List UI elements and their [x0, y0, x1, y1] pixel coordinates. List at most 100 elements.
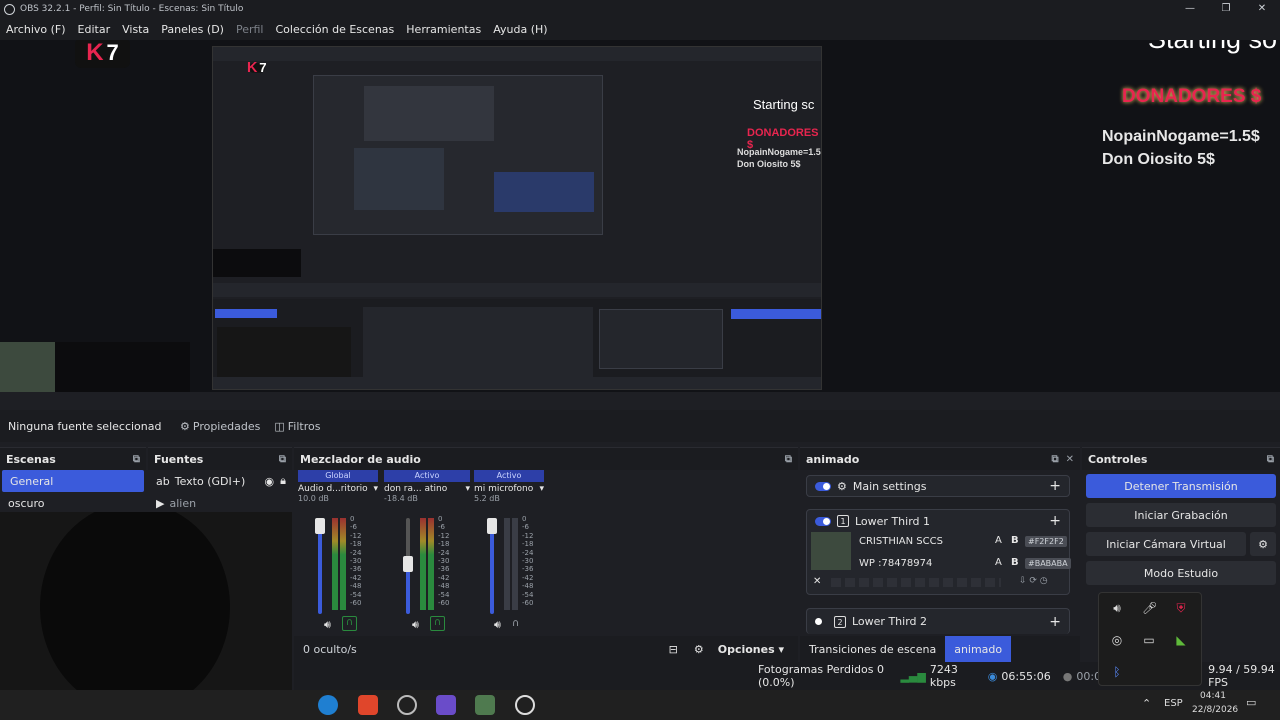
brave-icon[interactable]: [358, 695, 378, 715]
speaker-icon[interactable]: 🔊︎: [324, 618, 331, 632]
menu-perfil[interactable]: Perfil: [236, 23, 264, 36]
main-settings-row[interactable]: ⚙ Main settings +: [806, 475, 1070, 497]
source-item[interactable]: ab Texto (GDI+) ◉ 🔒︎: [148, 470, 292, 492]
color-swatch[interactable]: #F2F2F2: [1025, 536, 1067, 547]
font-icon[interactable]: A: [995, 557, 1002, 568]
bold-icon[interactable]: B: [1011, 535, 1019, 546]
language-indicator[interactable]: ESP: [1164, 698, 1183, 709]
clock-date[interactable]: 22/8/2026: [1192, 705, 1238, 715]
k7-logo: K 7: [75, 40, 130, 68]
channel-menu-icon[interactable]: ▾: [373, 484, 378, 494]
start-recording-button[interactable]: Iniciar Grabación: [1086, 503, 1276, 527]
taskbar: ⌃ ESP 04:41 22/8/2026 ▭: [0, 690, 1280, 720]
tray-overflow-popup: 🔊︎ 🎤︎ ⛨ ◎ ▭ ◣ ᛒ: [1098, 592, 1202, 686]
scene-item-oscuro[interactable]: oscuro: [0, 492, 146, 514]
mixer-channel: Activo don ra... atino ▾ -18.4 dB 0 -6 -12…: [384, 470, 470, 632]
menu-editar[interactable]: Editar: [78, 23, 111, 36]
tab-transiciones[interactable]: Transiciones de escena: [800, 636, 945, 663]
advanced-audio-icon[interactable]: ⚙: [694, 643, 704, 656]
maximize-button[interactable]: ❐: [1208, 0, 1244, 18]
channel-db: 10.0 dB: [298, 494, 329, 503]
webcam-overlay-large: [0, 512, 292, 690]
monitor-icon[interactable]: ▭: [1142, 633, 1156, 647]
lower-third-2-row[interactable]: 2 Lower Third 2 +: [806, 608, 1070, 634]
obs-taskbar-icon[interactable]: [515, 695, 535, 715]
menu-ayuda[interactable]: Ayuda (H): [493, 23, 547, 36]
studio-mode-button[interactable]: Modo Estudio: [1086, 561, 1276, 585]
level-meter: [428, 518, 434, 610]
lower-third-1-toggle[interactable]: [815, 516, 831, 526]
eye-icon[interactable]: ◉: [265, 475, 275, 488]
undock-icon[interactable]: ⧉: [785, 454, 792, 465]
window-controls: — ❐ ✕: [1172, 0, 1280, 18]
headphone-monitor-icon[interactable]: ∩: [430, 616, 445, 631]
scene-item-general[interactable]: General: [2, 470, 144, 492]
menu-archivo[interactable]: Archivo (F): [6, 23, 66, 36]
main-settings-toggle[interactable]: [815, 481, 831, 491]
headphone-monitor-icon[interactable]: ∩: [342, 616, 357, 631]
app-icon[interactable]: [397, 695, 417, 715]
font-icon[interactable]: A: [995, 535, 1002, 546]
menu-paneles[interactable]: Paneles (D): [161, 23, 224, 36]
channel-menu-icon[interactable]: ▾: [539, 484, 544, 494]
undock-icon[interactable]: ⧉: [279, 454, 286, 465]
microphone-icon[interactable]: 🎤︎: [1142, 601, 1157, 615]
color-swatch[interactable]: #BABABA: [1025, 558, 1071, 569]
lower-third-name[interactable]: CRISTHIAN SCCS: [859, 536, 943, 547]
obs-tray-icon[interactable]: ◎: [1110, 633, 1124, 647]
virtual-cam-settings-button[interactable]: ⚙: [1250, 532, 1276, 556]
edge-icon[interactable]: [318, 695, 338, 715]
menu-herramientas[interactable]: Herramientas: [406, 23, 481, 36]
close-window-button[interactable]: ✕: [1244, 0, 1280, 18]
bold-icon[interactable]: B: [1011, 557, 1019, 568]
fader-knob[interactable]: [487, 518, 497, 534]
expand-plus-icon[interactable]: +: [1049, 614, 1061, 630]
clock-time[interactable]: 04:41: [1200, 691, 1226, 701]
undock-icon[interactable]: ⧉: [133, 454, 140, 465]
notification-icon[interactable]: ▭: [1246, 696, 1256, 709]
expand-plus-icon[interactable]: +: [1049, 478, 1061, 494]
undock-icon[interactable]: ⧉: [1267, 454, 1274, 465]
menu-vista[interactable]: Vista: [122, 23, 149, 36]
properties-button[interactable]: ⚙ Propiedades: [180, 420, 260, 433]
inactive-toggle[interactable]: [815, 618, 822, 625]
scenes-dock: Escenas ⧉ General oscuro: [0, 447, 146, 512]
stop-stream-button[interactable]: Detener Transmisión: [1086, 474, 1276, 498]
lower-third-thumbnail: [811, 532, 851, 570]
chevron-up-icon[interactable]: ⌃: [1142, 697, 1151, 710]
lower-third-subtitle[interactable]: WP :78478974: [859, 558, 932, 569]
gear-icon: ⚙: [837, 479, 847, 493]
lower-third-1-card: 1 Lower Third 1 + CRISTHIAN SCCS WP :784…: [806, 509, 1071, 595]
app-icon[interactable]: [436, 695, 456, 715]
headphone-off-icon[interactable]: ∩: [512, 618, 519, 629]
lock-icon[interactable]: 🔒︎: [280, 474, 286, 488]
undock-icon[interactable]: ⧉ ✕: [1052, 454, 1074, 465]
speaker-icon[interactable]: 🔊︎: [494, 618, 501, 632]
nvidia-icon[interactable]: ◣: [1174, 633, 1188, 647]
speaker-icon[interactable]: 🔊︎: [412, 618, 419, 632]
close-icon[interactable]: ✕: [813, 576, 821, 587]
security-icon[interactable]: ⛨: [1174, 601, 1188, 615]
donor-line: Don Oiosito 5$: [1102, 151, 1215, 168]
fader-knob[interactable]: [315, 518, 325, 534]
tab-animado[interactable]: animado: [945, 636, 1012, 663]
donors-title: DONADORES $: [1122, 86, 1262, 107]
source-item[interactable]: ▶ alien: [148, 492, 292, 514]
filters-button[interactable]: ◫ Filtros: [274, 420, 320, 433]
minimize-button[interactable]: —: [1172, 0, 1208, 18]
menu-coleccion-escenas[interactable]: Colección de Escenas: [276, 23, 395, 36]
fader-knob[interactable]: [403, 556, 413, 572]
lower-third-actions[interactable]: ⇩ ⟳ ◷: [1019, 576, 1048, 586]
app-icon[interactable]: [475, 695, 495, 715]
layout-icon[interactable]: ⊟: [669, 643, 678, 656]
lower-third-slots: [831, 578, 1001, 587]
channel-menu-icon[interactable]: ▾: [465, 484, 470, 494]
options-button[interactable]: Opciones ▾: [718, 643, 784, 656]
bluetooth-icon[interactable]: ᛒ: [1110, 665, 1124, 679]
expand-plus-icon[interactable]: +: [1049, 513, 1061, 529]
preview-canvas[interactable]: K 7 K7 Starting sc DONADORES $ NopainNog…: [0, 40, 1280, 392]
level-meter: [512, 518, 518, 610]
volume-icon[interactable]: 🔊︎: [1110, 601, 1124, 615]
start-virtual-cam-button[interactable]: Iniciar Cámara Virtual: [1086, 532, 1246, 556]
avatar-image: [0, 342, 55, 392]
